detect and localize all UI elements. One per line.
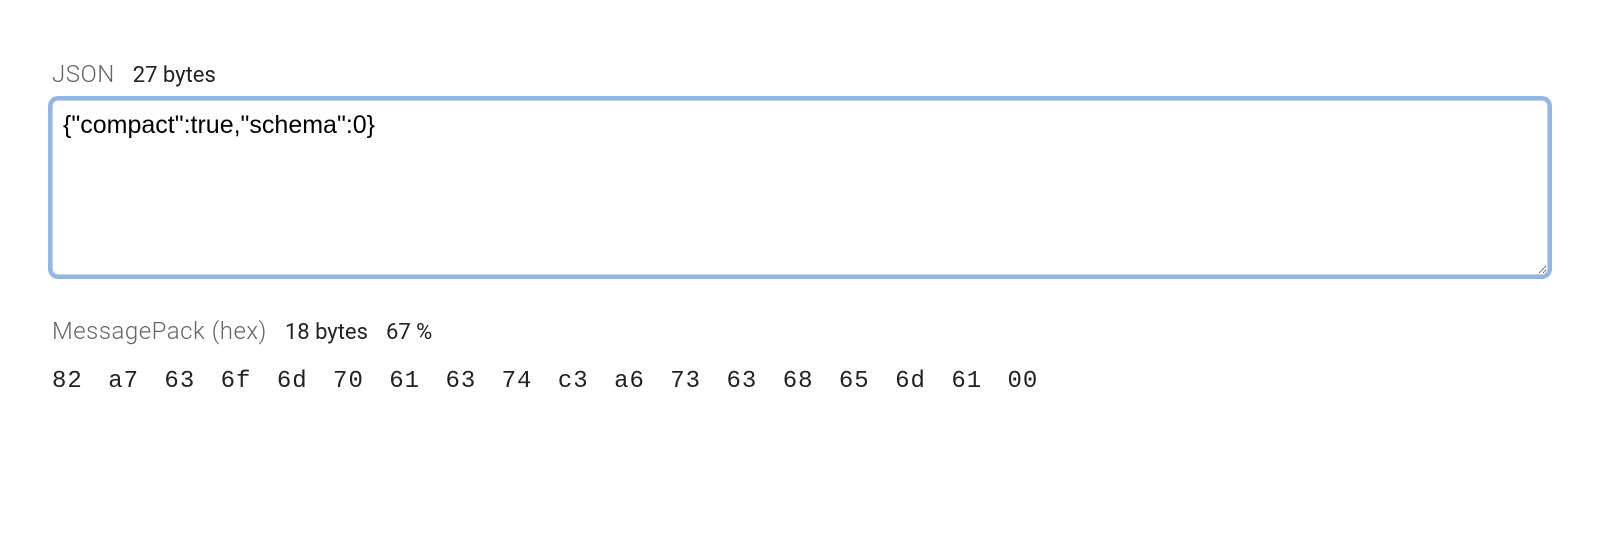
messagepack-hex-output: 82 a7 63 6f 6d 70 61 63 74 c3 a6 73 63 6… bbox=[52, 363, 1548, 401]
messagepack-header: MessagePack (hex) 18 bytes 67 % bbox=[52, 317, 1548, 345]
json-input[interactable] bbox=[52, 100, 1548, 275]
messagepack-ratio-label: 67 % bbox=[386, 320, 432, 345]
json-section: JSON 27 bytes bbox=[52, 60, 1548, 279]
json-title-label: JSON bbox=[52, 60, 115, 88]
messagepack-title-label: MessagePack (hex) bbox=[52, 317, 267, 345]
messagepack-size-label: 18 bytes bbox=[285, 320, 368, 345]
json-header: JSON 27 bytes bbox=[52, 60, 1548, 88]
messagepack-section: MessagePack (hex) 18 bytes 67 % 82 a7 63… bbox=[52, 317, 1548, 401]
json-size-label: 27 bytes bbox=[133, 63, 216, 88]
